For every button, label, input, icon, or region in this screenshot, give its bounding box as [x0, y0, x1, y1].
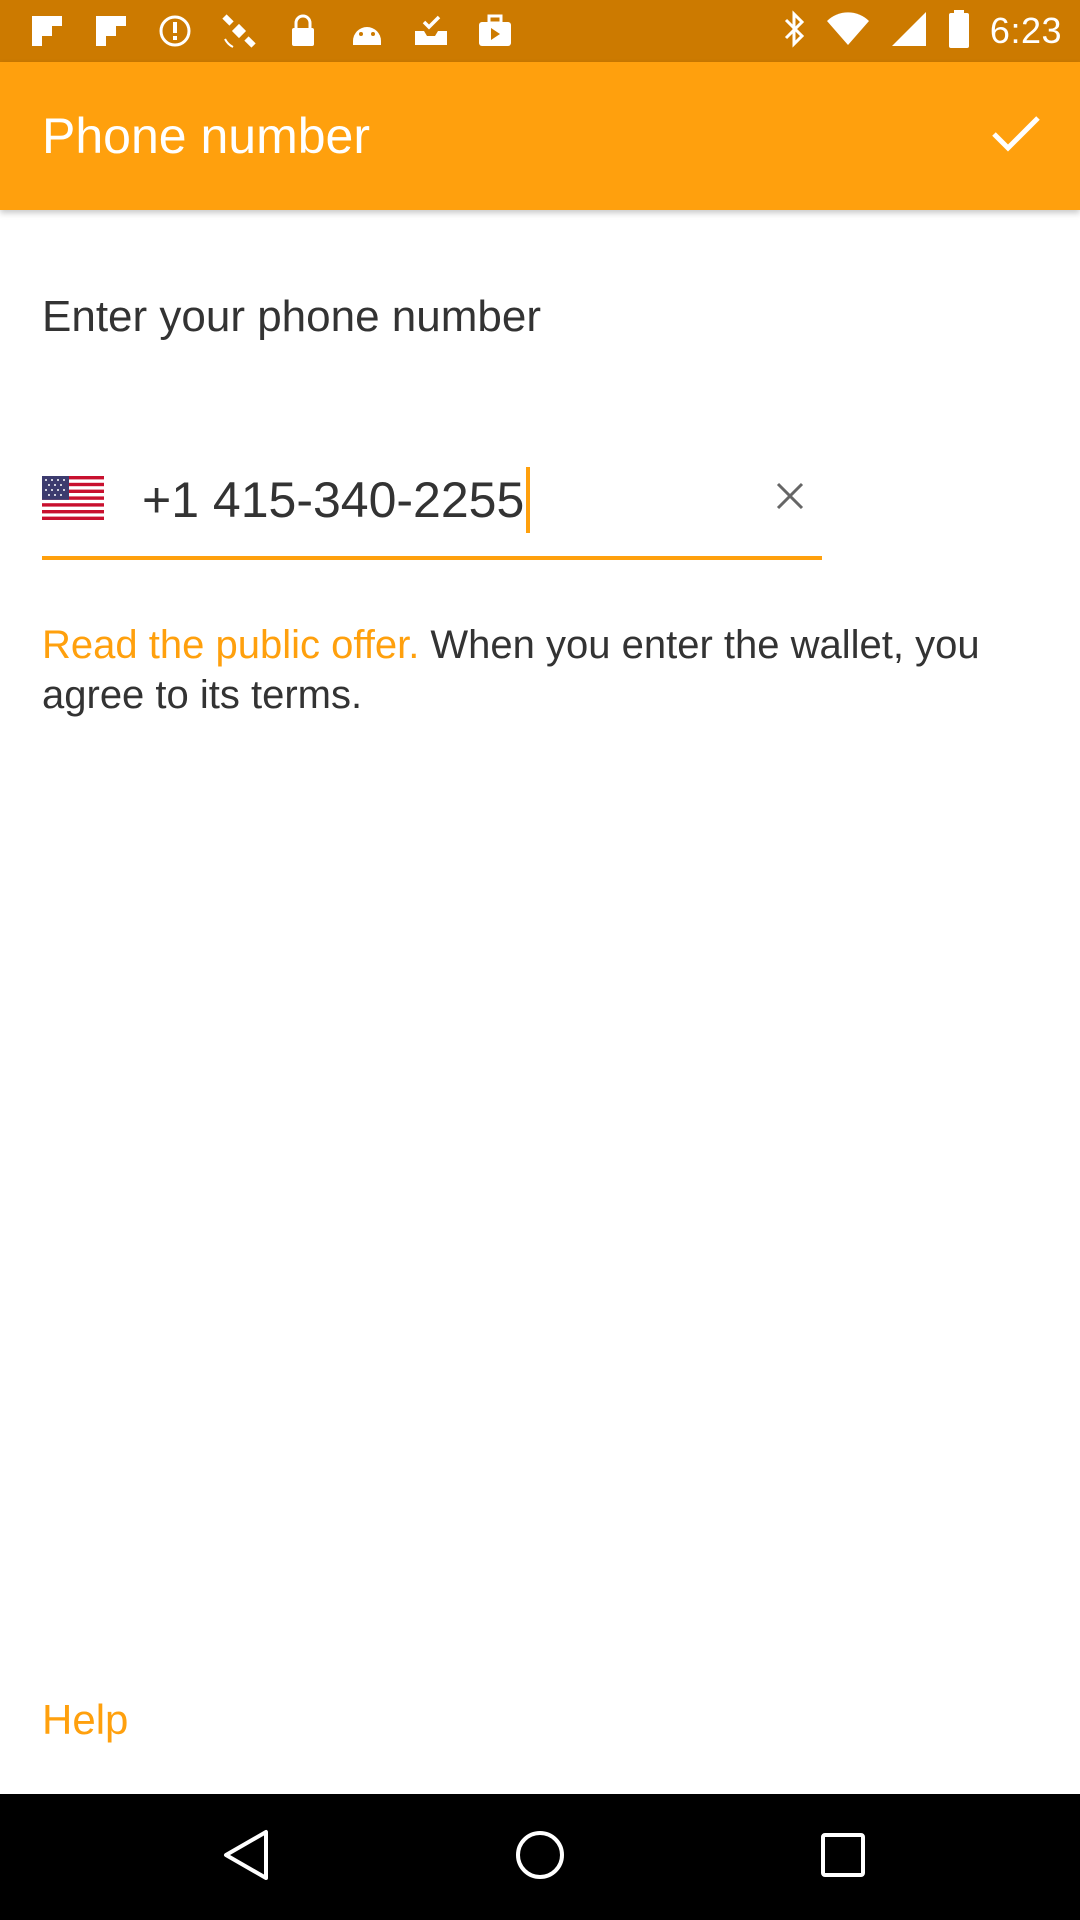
navigation-bar — [0, 1794, 1080, 1920]
help-link[interactable]: Help — [42, 1696, 128, 1744]
bluetooth-icon — [782, 9, 806, 53]
android-icon — [346, 10, 388, 52]
info-icon — [154, 10, 196, 52]
confirm-button[interactable] — [966, 86, 1066, 186]
flipboard-icon — [26, 10, 68, 52]
recents-square-icon — [819, 1831, 867, 1884]
page-title: Phone number — [42, 108, 371, 164]
flipboard-icon — [90, 10, 132, 52]
phone-number-screen: 6:23 Phone number Enter your phone numbe… — [0, 0, 1080, 1920]
app-bar: Phone number — [0, 62, 1080, 210]
satellite-icon — [218, 10, 260, 52]
wifi-icon — [826, 11, 870, 52]
home-circle-icon — [514, 1829, 566, 1886]
lock-icon — [282, 10, 324, 52]
clear-button[interactable] — [762, 470, 818, 526]
inbox-check-icon — [410, 10, 452, 52]
phone-prompt: Enter your phone number — [42, 292, 541, 341]
recents-button[interactable] — [808, 1822, 878, 1892]
back-triangle-icon — [222, 1828, 272, 1887]
back-button[interactable] — [212, 1822, 282, 1892]
phone-number-field[interactable]: +1 415-340-2255 — [42, 450, 822, 560]
phone-value: +1 415-340-2255 — [142, 472, 525, 528]
system-status: 6:23 — [782, 8, 1062, 54]
signal-icon — [890, 10, 928, 53]
status-time: 6:23 — [989, 10, 1062, 51]
notification-icons — [26, 10, 516, 52]
briefcase-icon — [474, 10, 516, 52]
close-icon — [775, 481, 805, 516]
us-flag-icon[interactable] — [42, 476, 104, 520]
public-offer-notice: Read the public offer. When you enter th… — [42, 620, 1042, 720]
check-icon — [990, 114, 1042, 159]
phone-input[interactable]: +1 415-340-2255 — [142, 460, 531, 540]
home-button[interactable] — [505, 1822, 575, 1892]
status-bar: 6:23 — [0, 0, 1080, 62]
text-caret — [526, 467, 531, 533]
public-offer-link[interactable]: Read the public offer. — [42, 623, 419, 667]
battery-icon — [948, 9, 970, 54]
